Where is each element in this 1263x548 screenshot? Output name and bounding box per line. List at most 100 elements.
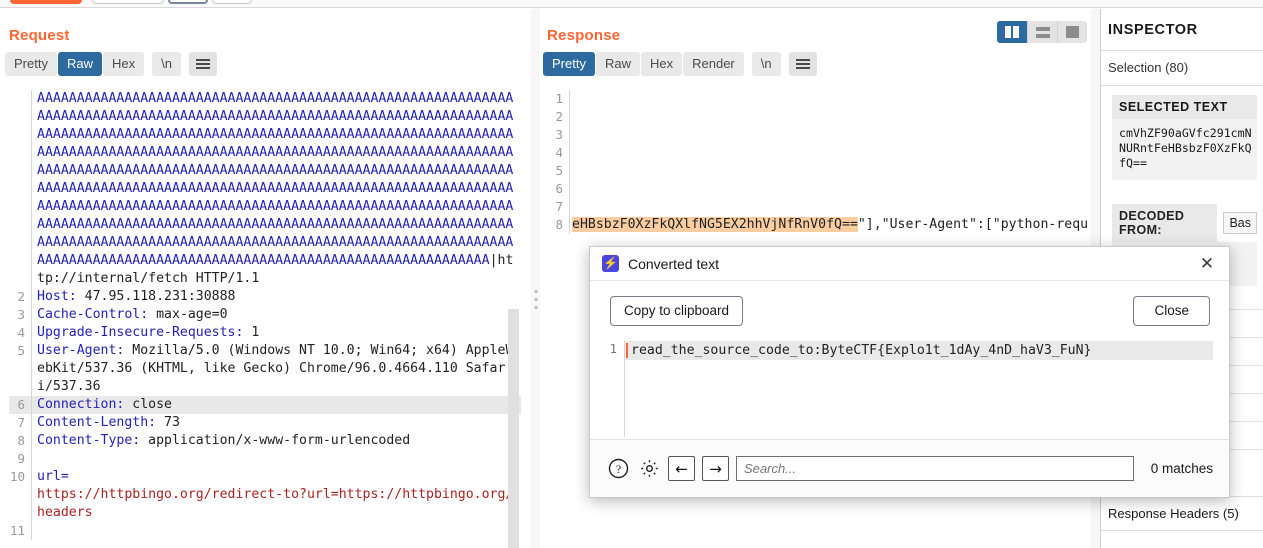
header-key: Upgrade-Insecure-Requests: [37,325,244,340]
gear-icon[interactable] [637,457,661,481]
request-http-version: HTTP/1.1 [187,271,260,286]
header-value: close [124,397,172,412]
search-input[interactable] [736,456,1134,481]
line-number: 9 [17,451,25,466]
arrow-left-icon[interactable]: ← [668,456,695,481]
response-selected-base64: eHBsbzF0XzFkQXlfNG5EX2hhVjNfRnV0fQ== [572,217,858,232]
match-count-label: 0 matches [1150,461,1213,476]
send-button[interactable] [10,0,82,4]
layout-stacked-button[interactable] [1027,21,1057,43]
inspector-title: INSPECTOR [1108,22,1198,38]
response-line: 3 [547,126,1087,144]
split-horizontal-icon [1035,26,1050,38]
close-button[interactable]: Close [1133,296,1210,326]
response-layout-toggle [997,21,1087,43]
request-line-text: AAAAAAAAAAAAAAAAAAAAAAAAAAAAAAAAAAAAAAAA… [31,108,521,126]
request-tab-raw[interactable]: Raw [57,52,102,76]
header-key: Cache-Control: [37,307,149,322]
response-editor[interactable]: 1 2 3 4 5 6 7 8 eHBsbzF0XzFkQXlfNG5EX2hh… [547,90,1087,234]
response-line: 2 [547,108,1087,126]
line-number: 1 [555,91,563,106]
response-tab-hex[interactable]: Hex [640,52,683,76]
back-button[interactable] [168,0,208,4]
response-line: 8 eHBsbzF0XzFkQXlfNG5EX2hhVjNfRnV0fQ=="]… [547,216,1087,234]
request-tab-pretty[interactable]: Pretty [5,52,57,76]
dialog-titlebar: Converted text ✕ [590,247,1229,281]
single-pane-icon [1066,26,1079,38]
request-url-filler: AAAAAAAAAAAAAAAAAAAAAAAAAAAAAAAAAAAAAAAA… [37,253,490,268]
request-scrollbar[interactable] [508,309,519,548]
response-tab-pretty[interactable]: Pretty [543,52,595,76]
response-headers-section[interactable]: Response Headers (5) [1101,496,1263,530]
header-value: 1 [243,325,260,340]
response-line: 1 [547,90,1087,108]
close-icon[interactable]: ✕ [1195,252,1219,276]
text-caret [626,343,628,358]
request-line: AAAAAAAAAAAAAAAAAAAAAAAAAAAAAAAAAAAAAAAA… [9,162,521,180]
help-circle-icon[interactable]: ? [606,457,630,481]
request-last-row: 11 [9,522,521,540]
line-number: 10 [9,469,25,484]
request-line: AAAAAAAAAAAAAAAAAAAAAAAAAAAAAAAAAAAAAAAA… [9,108,521,126]
request-scrollbar-thumb[interactable] [508,309,519,548]
dialog-code-line: read_the_source_code_to:ByteCTF{Explo1t_… [625,341,1213,360]
converted-text-dialog: Converted text ✕ Copy to clipboard Close… [589,246,1230,498]
dialog-code-editor[interactable]: 1 read_the_source_code_to:ByteCTF{Explo1… [606,341,1213,437]
line-number: 5 [555,163,563,178]
layout-single-button[interactable] [1057,21,1087,43]
response-tab-raw[interactable]: Raw [595,52,640,76]
request-menu-icon[interactable] [188,52,217,76]
line-number: 8 [17,433,25,448]
request-pane: Request Pretty Raw Hex \n AAAAAAAAAAAAAA… [0,9,531,548]
response-tab-render[interactable]: Render [683,52,744,76]
arrow-right-icon[interactable]: → [702,456,729,481]
request-line: AAAAAAAAAAAAAAAAAAAAAAAAAAAAAAAAAAAAAAAA… [9,198,521,216]
request-tab-newline[interactable]: \n [152,52,181,76]
response-line-rest: "],"User-Agent":["python-reque [857,217,1087,232]
line-number: 3 [17,307,25,322]
response-tab-newline[interactable]: \n [751,52,781,76]
request-line-text: AAAAAAAAAAAAAAAAAAAAAAAAAAAAAAAAAAAAAAAA… [31,162,521,180]
forward-button[interactable] [212,0,252,4]
line-number: 6 [17,397,25,412]
request-header-row: 9 [9,450,521,468]
selected-text-value[interactable]: cmVhZF90aGVfc291cmN NURntFeHBsbzF0XzFkQ … [1112,119,1257,180]
request-line: AAAAAAAAAAAAAAAAAAAAAAAAAAAAAAAAAAAAAAAA… [9,90,521,108]
request-header-row: 8 Content-Type: application/x-www-form-ur… [9,432,521,450]
request-url-line: AAAAAAAAAAAAAAAAAAAAAAAAAAAAAAAAAAAAAAAA… [9,252,521,288]
decoded-from-select[interactable]: Bas [1223,212,1257,234]
line-number: 4 [17,325,25,340]
line-number: 3 [555,127,563,142]
lightning-bolt-icon [602,254,619,272]
request-line-text: AAAAAAAAAAAAAAAAAAAAAAAAAAAAAAAAAAAAAAAA… [31,126,521,144]
request-line-text: AAAAAAAAAAAAAAAAAAAAAAAAAAAAAAAAAAAAAAAA… [31,234,521,252]
request-line-text: AAAAAAAAAAAAAAAAAAAAAAAAAAAAAAAAAAAAAAAA… [31,216,521,234]
request-editor[interactable]: AAAAAAAAAAAAAAAAAAAAAAAAAAAAAAAAAAAAAAAA… [9,90,521,540]
pane-splitter[interactable] [531,9,540,548]
line-number: 11 [9,523,25,538]
line-number: 7 [17,415,25,430]
line-number: 6 [555,181,563,196]
request-header-row: 5 User-Agent: Mozilla/5.0 (Windows NT 10.… [9,342,521,396]
request-pane-title: Request [9,27,70,44]
request-tabbar: Pretty Raw Hex \n [0,44,531,76]
layout-side-by-side-button[interactable] [997,21,1027,43]
svg-text:?: ? [615,462,620,476]
request-header-row: 3 Cache-Control: max-age=0 [9,306,521,324]
header-key: Content-Length: [37,415,157,430]
request-tab-hex[interactable]: Hex [102,52,145,76]
decoded-from-row: DECODED FROM: Bas [1112,204,1257,242]
request-line-text: AAAAAAAAAAAAAAAAAAAAAAAAAAAAAAAAAAAAAAAA… [31,180,521,198]
inspector-footer: Response Headers (5) [1101,496,1263,548]
request-line-text: AAAAAAAAAAAAAAAAAAAAAAAAAAAAAAAAAAAAAAAA… [31,144,521,162]
request-header-row: 4 Upgrade-Insecure-Requests: 1 [9,324,521,342]
request-line: AAAAAAAAAAAAAAAAAAAAAAAAAAAAAAAAAAAAAAAA… [9,126,521,144]
response-line: 7 [547,198,1087,216]
header-key: Connection: [37,397,125,412]
response-menu-icon[interactable] [788,52,817,76]
selected-text-header: SELECTED TEXT [1112,95,1257,119]
decoded-from-label: DECODED FROM: [1112,204,1218,242]
response-line: 6 [547,180,1087,198]
cancel-button[interactable] [92,0,164,4]
copy-to-clipboard-button[interactable]: Copy to clipboard [610,296,744,326]
